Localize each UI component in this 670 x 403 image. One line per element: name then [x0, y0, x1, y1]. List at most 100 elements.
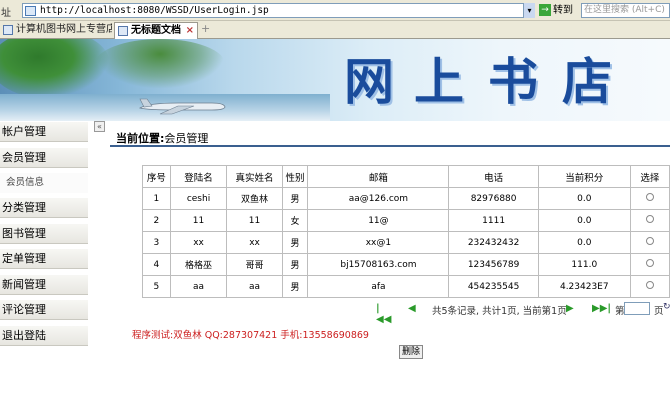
table-cell: 男 [281, 275, 309, 298]
delete-button[interactable]: 删除 [399, 345, 423, 359]
sidebar-item-comments[interactable]: 评论管理 [0, 300, 88, 320]
table-cell: 男 [281, 231, 309, 254]
breadcrumb: 当前位置:会员管理 [116, 130, 208, 146]
table-cell: 男 [281, 187, 309, 210]
select-radio[interactable] [645, 193, 654, 201]
table-cell: aa [169, 275, 228, 298]
table-cell: 4 [142, 253, 171, 276]
page-icon [3, 25, 13, 35]
table-cell: 123456789 [448, 253, 539, 276]
column-header: 选择 [629, 165, 670, 188]
select-radio[interactable] [645, 215, 654, 223]
sidebar-item-accounts[interactable]: 帐户管理 [0, 122, 88, 142]
table-cell: 11 [169, 209, 228, 232]
table-cell: 男 [281, 253, 309, 276]
select-cell [629, 275, 670, 298]
go-page-icon[interactable]: ↻ [663, 302, 670, 314]
column-header: 当前积分 [537, 165, 631, 188]
table-cell: 2 [142, 209, 171, 232]
select-radio[interactable] [645, 237, 654, 245]
table-cell: 0.0 [537, 209, 631, 232]
table-cell: xx@1 [307, 231, 450, 254]
tab-label: 无标题文档 [131, 25, 181, 36]
table-cell: 232432432 [448, 231, 539, 254]
table-cell: 454235545 [448, 275, 539, 298]
search-input[interactable]: 在这里搜索 (Alt+C) [581, 3, 670, 18]
members-table: 序号 登陆名 真实姓名 性别 邮箱 电话 当前积分 选择 1 ceshi 双鱼林… [142, 165, 670, 298]
table-cell: 格格巫 [169, 253, 228, 276]
table-cell: xx [226, 231, 283, 254]
url-text: http://localhost:8080/WSSD/UserLogin.jsp [40, 5, 269, 16]
page-number-input[interactable] [624, 302, 650, 315]
table-row: 4 格格巫 哥哥 男 bj15708163.com 123456789 111.… [142, 253, 670, 276]
select-radio[interactable] [645, 259, 654, 267]
column-header: 性别 [281, 165, 309, 188]
table-cell: 1111 [448, 209, 539, 232]
sidebar-item-categories[interactable]: 分类管理 [0, 198, 88, 218]
next-page-icon[interactable]: ▶ [566, 303, 574, 314]
table-cell: 5 [142, 275, 171, 298]
table-cell: 女 [281, 209, 309, 232]
table-header-row: 序号 登陆名 真实姓名 性别 邮箱 电话 当前积分 选择 [142, 165, 670, 188]
table-cell: aa@126.com [307, 187, 450, 210]
sidebar-item-news[interactable]: 新闻管理 [0, 275, 88, 295]
go-label: 转到 [553, 5, 573, 16]
sidebar-item-books[interactable]: 图书管理 [0, 224, 88, 244]
last-page-icon[interactable]: ▶▶| [592, 303, 611, 314]
sidebar-item-logout[interactable]: 退出登陆 [0, 326, 88, 346]
table-row: 3 xx xx 男 xx@1 232432432 0.0 [142, 231, 670, 254]
collapse-sidebar-icon[interactable]: « [94, 121, 105, 132]
banner-title-char: 书 [488, 52, 538, 111]
breadcrumb-value: 会员管理 [164, 132, 209, 145]
table-cell: 11@ [307, 209, 450, 232]
tab-label: 计算机图书网上专营店 [16, 24, 112, 35]
table-cell: 3 [142, 231, 171, 254]
table-cell: 11 [226, 209, 283, 232]
address-label: 址 [1, 8, 11, 19]
sidebar-subitem-member-info[interactable]: 会员信息 [0, 173, 88, 193]
prev-page-icon[interactable]: ◀ [408, 303, 416, 314]
tab-bar: 计算机图书网上专营店 无标题文档 × + [0, 21, 670, 39]
site-banner: 网 上 书 店 [0, 39, 670, 121]
table-cell: 82976880 [448, 187, 539, 210]
column-header: 邮箱 [307, 165, 450, 188]
table-cell: aa [226, 275, 283, 298]
table-cell: 4.23423E7 [537, 275, 631, 298]
close-tab-icon[interactable]: × [186, 23, 194, 39]
new-tab-icon[interactable]: + [201, 23, 212, 35]
column-header: 登陆名 [169, 165, 228, 188]
tab-untitled[interactable]: 无标题文档 × [114, 22, 198, 39]
banner-title-char: 店 [562, 52, 612, 111]
go-arrow-icon: → [539, 4, 551, 16]
address-bar: 址 http://localhost:8080/WSSD/UserLogin.j… [0, 0, 670, 21]
table-cell: 111.0 [537, 253, 631, 276]
select-cell [629, 253, 670, 276]
pager-summary: 共5条记录, 共计1页, 当前第1页 [432, 306, 567, 317]
go-button[interactable]: → 转到 [539, 3, 573, 18]
table-row: 1 ceshi 双鱼林 男 aa@126.com 82976880 0.0 [142, 187, 670, 210]
sidebar-item-orders[interactable]: 定单管理 [0, 249, 88, 269]
airplane-image [138, 98, 226, 115]
select-radio[interactable] [645, 281, 654, 289]
table-cell: 双鱼林 [226, 187, 283, 210]
page-icon [118, 26, 128, 36]
table-cell: afa [307, 275, 450, 298]
url-input[interactable]: http://localhost:8080/WSSD/UserLogin.jsp [22, 3, 534, 18]
author-info: 程序测试:双鱼林 QQ:287307421 手机:13558690869 [132, 330, 369, 341]
first-page-icon[interactable]: |◀◀ [376, 303, 391, 325]
tab-bookstore[interactable]: 计算机图书网上专营店 [0, 22, 112, 39]
palm-tree-image [0, 39, 110, 99]
select-cell [629, 209, 670, 232]
page-icon [25, 6, 36, 16]
table-cell: xx [169, 231, 228, 254]
column-header: 序号 [142, 165, 171, 188]
banner-title-char: 网 [344, 52, 394, 111]
column-header: 真实姓名 [226, 165, 283, 188]
breadcrumb-label: 当前位置: [116, 132, 165, 145]
banner-title-char: 上 [414, 52, 464, 111]
url-dropdown-icon[interactable]: ▾ [523, 3, 535, 18]
table-cell: 1 [142, 187, 171, 210]
sidebar-item-members[interactable]: 会员管理 [0, 148, 88, 168]
table-cell: bj15708163.com [307, 253, 450, 276]
table-cell: 0.0 [537, 187, 631, 210]
